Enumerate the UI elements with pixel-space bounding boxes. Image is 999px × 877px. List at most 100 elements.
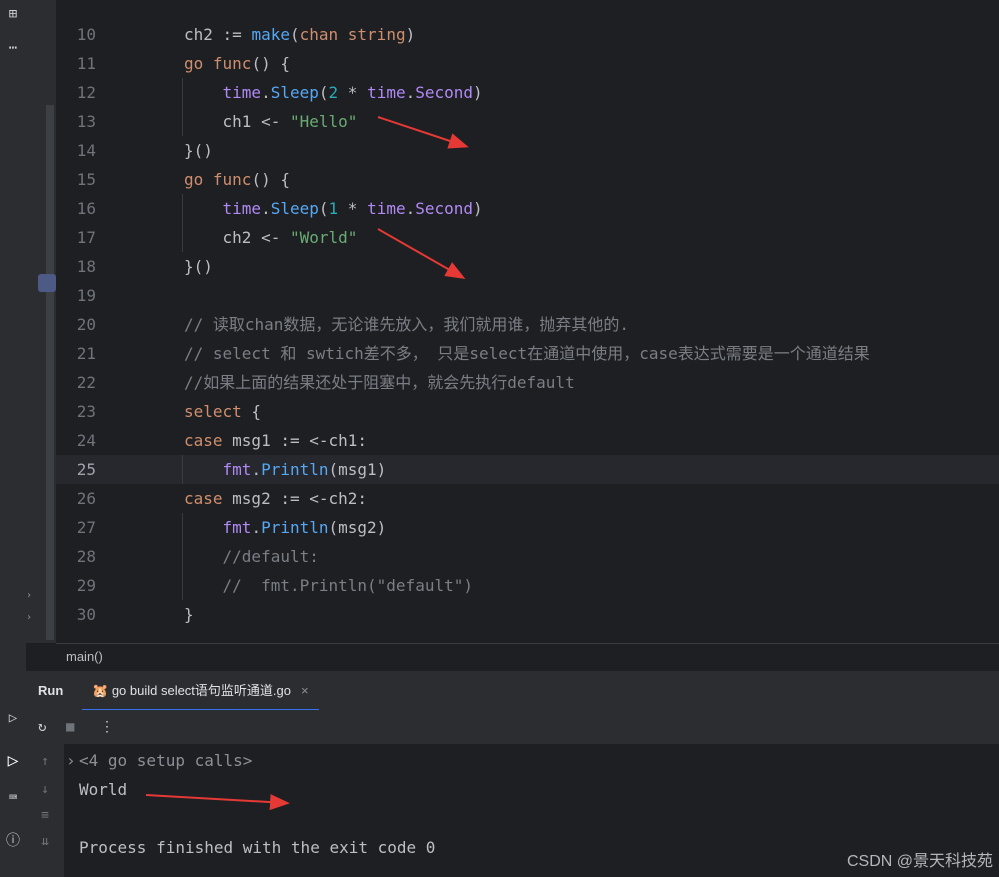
- soft-wrap-icon[interactable]: ≡: [26, 808, 64, 823]
- code-line[interactable]: 30}: [56, 600, 999, 629]
- code-token: () {: [251, 170, 290, 189]
- scroll-to-end-icon[interactable]: ⇊: [26, 834, 64, 849]
- code-text: // 读取chan数据，无论谁先放入，我们就用谁，抛弃其他的.: [184, 310, 629, 339]
- indent-guide: [182, 78, 183, 136]
- run-tab-label: go build select语句监听通道.go: [111, 683, 291, 698]
- code-token: (: [318, 199, 329, 218]
- setup-calls-expander[interactable]: ›: [66, 751, 76, 770]
- code-line[interactable]: 18}(): [56, 252, 999, 281]
- rerun-icon[interactable]: ↻: [38, 710, 46, 744]
- code-line[interactable]: 14}(): [56, 136, 999, 165]
- line-number: 27: [76, 518, 96, 537]
- line-number: 21: [76, 344, 96, 363]
- run-toolbar: ↻ ■ ⋮: [26, 710, 999, 744]
- code-token: func: [212, 170, 252, 189]
- code-line[interactable]: 28 //default:: [56, 542, 999, 571]
- code-line[interactable]: 24 case msg1 := <-ch1:: [56, 426, 999, 455]
- breadcrumb[interactable]: main(): [56, 643, 999, 669]
- code-line[interactable]: 29 // fmt.Println("default"): [56, 571, 999, 600]
- code-line[interactable]: 11 go func() {: [56, 49, 999, 78]
- code-token: case: [184, 489, 223, 508]
- more-options-icon[interactable]: ⋮: [100, 710, 114, 744]
- line-number: 16: [76, 199, 96, 218]
- code-line[interactable]: 19: [56, 281, 999, 310]
- code-line[interactable]: 21 // select 和 swtich差不多， 只是select在通道中使用，…: [56, 339, 999, 368]
- code-line[interactable]: 15 go func() {: [56, 165, 999, 194]
- code-token: ): [473, 83, 483, 102]
- indent-guide: [182, 455, 183, 484]
- line-number: 26: [76, 489, 96, 508]
- code-line[interactable]: 27 fmt.Println(msg2): [56, 513, 999, 542]
- code-line[interactable]: 26 case msg2 := <-ch2:: [56, 484, 999, 513]
- code-line[interactable]: 20 // 读取chan数据，无论谁先放入，我们就用谁，抛弃其他的.: [56, 310, 999, 339]
- arrow-down-icon[interactable]: ↓: [26, 782, 64, 797]
- code-token: msg2 := <-ch2:: [222, 489, 368, 508]
- run-icon[interactable]: ▷: [0, 750, 26, 771]
- code-line[interactable]: 25 fmt.Println(msg1): [56, 455, 999, 484]
- code-editor[interactable]: 10 ch2 := make(chan string) 11 go func() {1…: [56, 0, 999, 643]
- code-text: }: [184, 600, 194, 629]
- close-icon[interactable]: ×: [301, 683, 309, 698]
- indent-guide: [182, 194, 183, 252]
- code-token: (msg1): [328, 460, 387, 479]
- line-number: 11: [76, 54, 96, 73]
- code-token: Println: [261, 518, 329, 537]
- code-text: fmt.Println(msg1): [184, 455, 387, 484]
- code-text: ch1 <- "Hello": [184, 107, 358, 136]
- code-line[interactable]: 12 time.Sleep(2 * time.Second): [56, 78, 999, 107]
- code-token: fmt: [222, 518, 252, 537]
- code-token: time: [222, 83, 262, 102]
- terminal-icon[interactable]: ⌨: [0, 790, 26, 806]
- console-output-line: World: [79, 780, 128, 799]
- code-text: case msg1 := <-ch1:: [184, 426, 367, 455]
- run-config-tab[interactable]: 🐹 go build select语句监听通道.go ×: [82, 671, 319, 711]
- line-number: 30: [76, 605, 96, 624]
- code-text: time.Sleep(2 * time.Second): [184, 78, 483, 107]
- tree-chevron-right-icon[interactable]: ›: [26, 590, 32, 601]
- code-text: go func() {: [184, 165, 290, 194]
- code-line[interactable]: 13 ch1 <- "Hello": [56, 107, 999, 136]
- line-number: 25: [76, 460, 96, 479]
- code-line[interactable]: 10 ch2 := make(chan string): [56, 20, 999, 49]
- services-icon[interactable]: ▷: [0, 710, 26, 726]
- code-token: time: [222, 199, 262, 218]
- code-line[interactable]: 17 ch2 <- "World": [56, 223, 999, 252]
- code-token: fmt: [222, 460, 252, 479]
- line-number: 12: [76, 83, 96, 102]
- setup-calls-line[interactable]: <4 go setup calls>: [79, 751, 252, 770]
- code-token: (: [289, 25, 300, 44]
- code-token: case: [184, 431, 223, 450]
- code-text: }(): [184, 252, 213, 281]
- code-token: *: [338, 83, 368, 102]
- code-line[interactable]: 23 select {: [56, 397, 999, 426]
- project-tree-scrollbar[interactable]: [46, 105, 54, 640]
- code-text: case msg2 := <-ch2:: [184, 484, 367, 513]
- line-number: 13: [76, 112, 96, 131]
- code-token: //default:: [184, 547, 319, 566]
- code-token: }(): [184, 257, 213, 276]
- code-token: select: [184, 402, 242, 421]
- project-tree-selection: [38, 274, 56, 292]
- code-token: *: [338, 199, 368, 218]
- code-token: 1: [328, 199, 339, 218]
- code-token: 2: [328, 83, 339, 102]
- tree-chevron-right-icon[interactable]: ›: [26, 612, 32, 623]
- code-text: //如果上面的结果还处于阻塞中，就会先执行default: [184, 368, 575, 397]
- stop-icon[interactable]: ■: [66, 710, 74, 744]
- code-text: ch2 <- "World": [184, 223, 358, 252]
- code-token: }: [184, 605, 194, 624]
- arrow-up-icon[interactable]: ↑: [26, 754, 64, 769]
- structure-icon[interactable]: ⊞: [0, 6, 26, 22]
- code-line[interactable]: 22 //如果上面的结果还处于阻塞中，就会先执行default: [56, 368, 999, 397]
- console-side-toolbar: ↑ ↓ ≡ ⇊: [26, 744, 64, 877]
- more-icon[interactable]: ⋯: [0, 40, 26, 56]
- code-token: .: [405, 199, 416, 218]
- code-token: "Hello": [289, 112, 358, 131]
- problems-icon[interactable]: ⓘ: [0, 830, 26, 850]
- code-token: // fmt.Println("default"): [184, 576, 473, 595]
- code-text: //default:: [184, 542, 319, 571]
- code-line[interactable]: 16 time.Sleep(1 * time.Second): [56, 194, 999, 223]
